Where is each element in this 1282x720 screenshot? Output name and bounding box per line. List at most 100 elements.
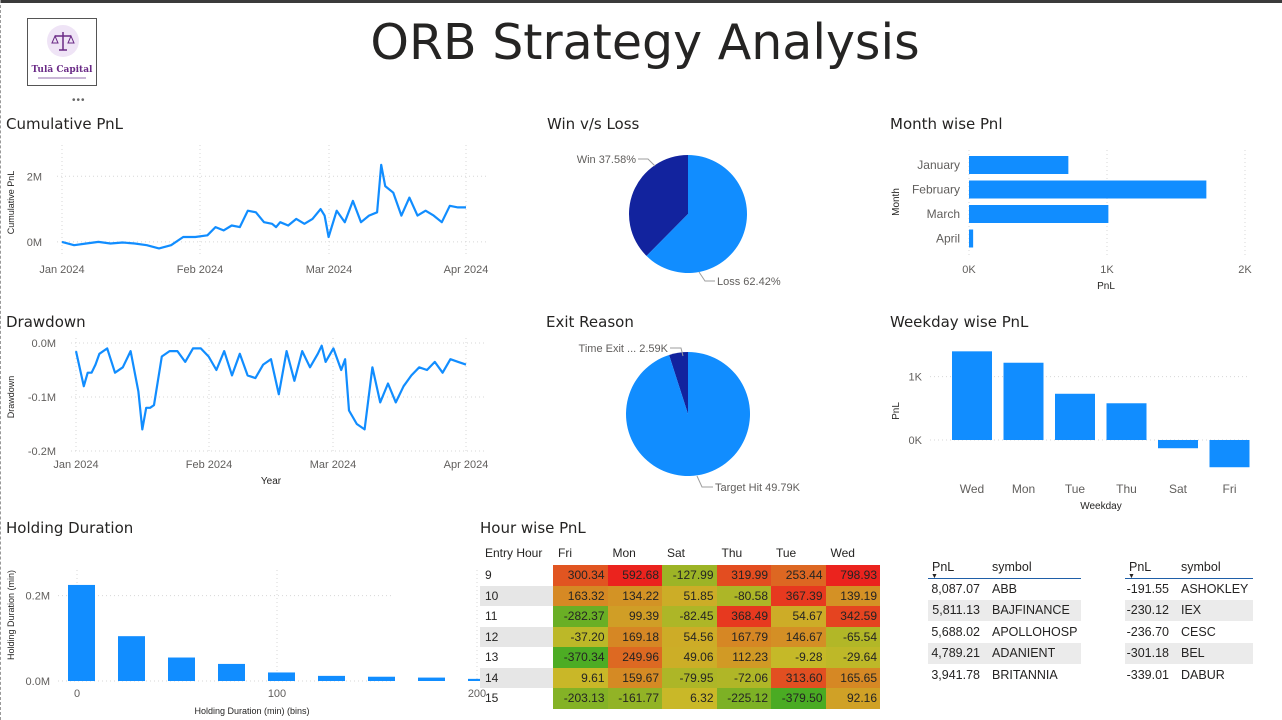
heatmap-cell[interactable]: 139.19: [825, 585, 880, 606]
pnl-cell[interactable]: -191.55: [1125, 578, 1177, 600]
pnl-cell[interactable]: -236.70: [1125, 621, 1177, 643]
heatmap-cell[interactable]: -80.58: [716, 585, 771, 606]
pnl-column-header[interactable]: PnL ▼: [1125, 556, 1177, 580]
heatmap-cell[interactable]: 112.23: [716, 647, 771, 668]
table-row[interactable]: 5,688.02 APOLLOHOSP: [928, 621, 1081, 643]
heatmap-cell[interactable]: 249.96: [607, 647, 662, 668]
heatmap-cell[interactable]: -203.13: [553, 688, 608, 709]
pnl-cell[interactable]: -301.18: [1125, 642, 1177, 664]
symbol-column-header[interactable]: symbol: [1177, 556, 1253, 579]
heatmap-cell[interactable]: -65.54: [825, 626, 880, 647]
pnl-cell[interactable]: 5,688.02: [928, 621, 988, 643]
heatmap-cell[interactable]: 167.79: [716, 626, 771, 647]
heatmap-cell[interactable]: 313.60: [771, 667, 826, 688]
column-header-mon[interactable]: Mon: [608, 541, 663, 565]
symbol-cell[interactable]: BAJFINANCE: [988, 599, 1081, 621]
heatmap-cell[interactable]: 368.49: [716, 606, 771, 627]
heatmap-cell[interactable]: -29.64: [825, 647, 880, 668]
entry-hour-cell[interactable]: 11: [480, 606, 553, 627]
hour-wise-pnl-matrix[interactable]: Entry Hour Fri Mon Sat Thu Tue Wed 9 300.…: [480, 541, 880, 709]
heatmap-cell[interactable]: -127.99: [662, 565, 717, 586]
entry-hour-cell[interactable]: 12: [480, 626, 553, 647]
table-row[interactable]: 9 300.34 592.68 -127.99 319.99 253.44 798.93: [480, 565, 880, 586]
heatmap-cell[interactable]: 367.39: [771, 585, 826, 606]
table-row[interactable]: -191.55 ASHOKLEY: [1125, 578, 1253, 600]
column-header-tue[interactable]: Tue: [771, 541, 826, 565]
entry-hour-cell[interactable]: 15: [480, 688, 553, 709]
heatmap-cell[interactable]: 9.61: [553, 667, 608, 688]
table-row[interactable]: 5,811.13 BAJFINANCE: [928, 599, 1081, 621]
heatmap-cell[interactable]: -379.50: [771, 688, 826, 709]
pnl-cell[interactable]: -230.12: [1125, 599, 1177, 621]
heatmap-cell[interactable]: 99.39: [607, 606, 662, 627]
symbol-cell[interactable]: BRITANNIA: [988, 664, 1081, 686]
table-row[interactable]: 10 163.32 134.22 51.85 -80.58 367.39 139.19: [480, 585, 880, 606]
heatmap-cell[interactable]: 134.22: [607, 585, 662, 606]
column-header-thu[interactable]: Thu: [717, 541, 772, 565]
table-row[interactable]: 11 -282.37 99.39 -82.45 368.49 54.67 342.59: [480, 606, 880, 627]
sort-desc-icon[interactable]: ▼: [931, 573, 938, 580]
symbol-cell[interactable]: APOLLOHOSP: [988, 621, 1081, 643]
symbol-cell[interactable]: ASHOKLEY: [1177, 578, 1253, 600]
heatmap-cell[interactable]: -72.06: [716, 667, 771, 688]
symbol-column-header[interactable]: symbol: [988, 556, 1081, 579]
heatmap-cell[interactable]: 159.67: [607, 667, 662, 688]
heatmap-cell[interactable]: -82.45: [662, 606, 717, 627]
table-row[interactable]: -236.70 CESC: [1125, 621, 1253, 643]
heatmap-cell[interactable]: 49.06: [662, 647, 717, 668]
heatmap-cell[interactable]: -282.37: [553, 606, 608, 627]
heatmap-cell[interactable]: 6.32: [662, 688, 717, 709]
heatmap-cell[interactable]: 592.68: [607, 565, 662, 586]
heatmap-cell[interactable]: 253.44: [771, 565, 826, 586]
entry-hour-cell[interactable]: 13: [480, 647, 553, 668]
symbol-cell[interactable]: DABUR: [1177, 664, 1253, 686]
pnl-cell[interactable]: -339.01: [1125, 664, 1177, 686]
sort-desc-icon[interactable]: ▼: [1128, 573, 1135, 580]
table-row[interactable]: 3,941.78 BRITANNIA: [928, 664, 1081, 686]
pnl-cell[interactable]: 8,087.07: [928, 578, 988, 600]
heatmap-cell[interactable]: -225.12: [716, 688, 771, 709]
pnl-cell[interactable]: 4,789.21: [928, 642, 988, 664]
symbol-cell[interactable]: BEL: [1177, 642, 1253, 664]
symbol-cell[interactable]: ADANIENT: [988, 642, 1081, 664]
bottom-symbols-table[interactable]: PnL ▼ symbol -191.55 ASHOKLEY -230.12 IEX -23…: [1125, 556, 1253, 686]
heatmap-cell[interactable]: 163.32: [553, 585, 608, 606]
heatmap-cell[interactable]: 92.16: [825, 688, 880, 709]
table-row[interactable]: -301.18 BEL: [1125, 642, 1253, 664]
entry-hour-cell[interactable]: 10: [480, 585, 553, 606]
heatmap-cell[interactable]: -9.28: [771, 647, 826, 668]
heatmap-cell[interactable]: -37.20: [553, 626, 608, 647]
heatmap-cell[interactable]: 146.67: [771, 626, 826, 647]
top-symbols-table[interactable]: PnL ▼ symbol 8,087.07 ABB 5,811.13 BAJFINANC…: [928, 556, 1081, 686]
heatmap-cell[interactable]: -161.77: [607, 688, 662, 709]
table-row[interactable]: -339.01 DABUR: [1125, 664, 1253, 686]
heatmap-cell[interactable]: 54.67: [771, 606, 826, 627]
pnl-cell[interactable]: 3,941.78: [928, 664, 988, 686]
entry-hour-cell[interactable]: 9: [480, 565, 553, 586]
symbol-cell[interactable]: IEX: [1177, 599, 1253, 621]
column-header-sat[interactable]: Sat: [662, 541, 717, 565]
table-row[interactable]: 14 9.61 159.67 -79.95 -72.06 313.60 165.65: [480, 667, 880, 688]
heatmap-cell[interactable]: 319.99: [716, 565, 771, 586]
table-row[interactable]: 12 -37.20 169.18 54.56 167.79 146.67 -65.54: [480, 626, 880, 647]
table-row[interactable]: -230.12 IEX: [1125, 599, 1253, 621]
table-row[interactable]: 13 -370.34 249.96 49.06 112.23 -9.28 -29.64: [480, 647, 880, 668]
table-row[interactable]: 15 -203.13 -161.77 6.32 -225.12 -379.50 92.16: [480, 688, 880, 709]
table-row[interactable]: 4,789.21 ADANIENT: [928, 642, 1081, 664]
column-header-wed[interactable]: Wed: [826, 541, 881, 565]
pnl-cell[interactable]: 5,811.13: [928, 599, 988, 621]
entry-hour-header[interactable]: Entry Hour: [480, 541, 553, 565]
heatmap-cell[interactable]: 300.34: [553, 565, 608, 586]
entry-hour-cell[interactable]: 14: [480, 667, 553, 688]
heatmap-cell[interactable]: 169.18: [607, 626, 662, 647]
table-row[interactable]: 8,087.07 ABB: [928, 578, 1081, 600]
heatmap-cell[interactable]: 165.65: [825, 667, 880, 688]
heatmap-cell[interactable]: 54.56: [662, 626, 717, 647]
pnl-column-header[interactable]: PnL ▼: [928, 556, 988, 580]
heatmap-cell[interactable]: 342.59: [825, 606, 880, 627]
heatmap-cell[interactable]: 798.93: [825, 565, 880, 586]
symbol-cell[interactable]: ABB: [988, 578, 1081, 600]
symbol-cell[interactable]: CESC: [1177, 621, 1253, 643]
column-header-fri[interactable]: Fri: [553, 541, 608, 565]
heatmap-cell[interactable]: -370.34: [553, 647, 608, 668]
